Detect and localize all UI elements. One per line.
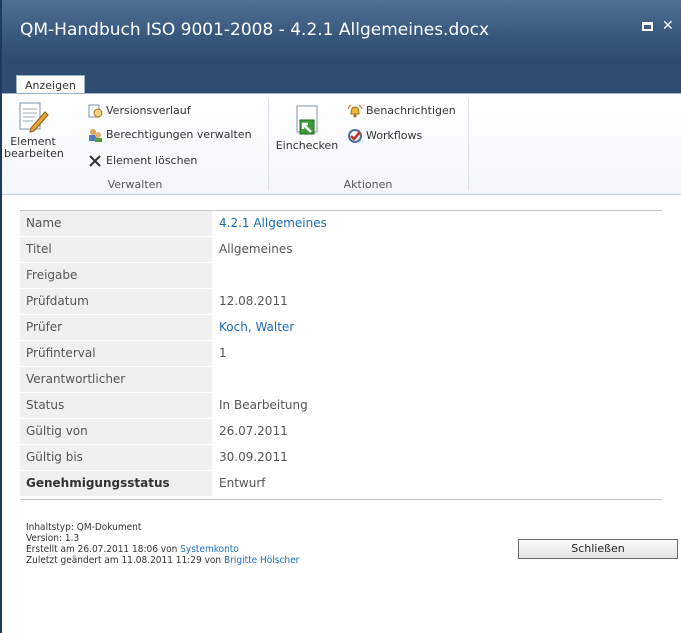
property-value: 1 xyxy=(219,346,227,360)
title-bar: QM-Handbuch ISO 9001-2008 - 4.2.1 Allgem… xyxy=(2,0,681,62)
checkin-button[interactable]: Einchecken xyxy=(272,104,342,152)
property-label: Prüfer xyxy=(20,315,212,340)
edit-item-button[interactable]: Element bearbeiten xyxy=(4,100,64,160)
property-value: 12.08.2011 xyxy=(219,294,288,308)
modified-text: Zuletzt geändert am 11.08.2011 11:29 von xyxy=(26,555,224,566)
checkin-label: Einchecken xyxy=(275,139,339,152)
group-label-verwalten: Verwalten xyxy=(107,178,163,191)
checkin-icon xyxy=(296,105,318,135)
delete-item-label: Element löschen xyxy=(106,154,198,167)
property-row: Titel Allgemeines xyxy=(20,237,662,263)
version-history-icon xyxy=(88,104,103,118)
property-row: Freigabe xyxy=(20,263,662,289)
ribbon: Element bearbeiten Versionsverlauf Berec… xyxy=(2,93,681,195)
delete-item-button[interactable]: Element löschen xyxy=(87,152,197,170)
property-value: Entwurf xyxy=(219,476,266,490)
alert-bell-icon xyxy=(347,104,363,118)
property-label: Verantwortlicher xyxy=(20,367,212,392)
property-label: Prüfdatum xyxy=(20,289,212,314)
close-button[interactable]: Schließen xyxy=(518,539,678,559)
maximize-icon[interactable] xyxy=(642,22,653,31)
created-text: Erstellt am 26.07.2011 18:06 von xyxy=(26,544,181,555)
created-line: Erstellt am 26.07.2011 18:06 von Systemk… xyxy=(26,544,299,555)
content-type-text: Inhaltstyp: QM-Dokument xyxy=(26,522,142,533)
edit-document-icon xyxy=(19,102,49,133)
property-label: Genehmigungsstatus xyxy=(20,471,212,496)
property-value xyxy=(212,263,219,288)
property-label: Freigabe xyxy=(20,263,212,288)
version-text: Version: 1.3 xyxy=(26,533,80,544)
workflows-icon xyxy=(348,129,362,143)
property-value-link[interactable]: 4.2.1 Allgemeines xyxy=(212,211,327,236)
delete-x-icon xyxy=(89,155,101,167)
workflows-label: Workflows xyxy=(366,129,423,142)
property-label: Gültig bis xyxy=(20,445,212,470)
property-value: Allgemeines xyxy=(219,242,293,256)
property-row: Gültig von 26.07.2011 xyxy=(20,419,662,445)
property-label: Status xyxy=(20,393,212,418)
group-separator xyxy=(468,98,469,190)
property-label: Gültig von xyxy=(20,419,212,444)
property-row: Status In Bearbeitung xyxy=(20,393,662,419)
property-label: Titel xyxy=(20,237,212,262)
property-row: Verantwortlicher xyxy=(20,367,662,393)
manage-permissions-label: Berechtigungen verwalten xyxy=(106,128,252,141)
properties-table: Name 4.2.1 Allgemeines Titel Allgemeines Fre… xyxy=(20,210,662,497)
manage-permissions-button[interactable]: Berechtigungen verwalten xyxy=(87,126,252,144)
ribbon-tab-row: Anzeigen xyxy=(2,62,681,96)
alert-me-button[interactable]: Benachrichtigen xyxy=(347,102,456,120)
property-row: Gültig bis 30.09.2011 xyxy=(20,445,662,471)
property-label: Name xyxy=(20,211,212,236)
property-row: Genehmigungsstatus Entwurf xyxy=(20,471,662,497)
table-divider xyxy=(20,499,662,500)
group-separator xyxy=(268,98,269,190)
property-value: In Bearbeitung xyxy=(219,398,308,412)
group-label-aktionen: Aktionen xyxy=(343,178,393,191)
properties-dialog: QM-Handbuch ISO 9001-2008 - 4.2.1 Allgem… xyxy=(0,0,681,633)
property-label: Prüfinterval xyxy=(20,341,212,366)
dialog-title: QM-Handbuch ISO 9001-2008 - 4.2.1 Allgem… xyxy=(20,20,490,40)
property-value: 30.09.2011 xyxy=(219,450,288,464)
permissions-icon xyxy=(89,129,102,142)
edit-item-label-2: bearbeiten xyxy=(4,147,64,160)
close-icon[interactable]: ✕ xyxy=(662,18,674,34)
workflows-button[interactable]: Workflows xyxy=(347,127,422,145)
item-metadata: Inhaltstyp: QM-Dokument Version: 1.3 Ers… xyxy=(26,522,299,566)
property-value: 26.07.2011 xyxy=(219,424,288,438)
created-by-link[interactable]: Systemkonto xyxy=(180,544,239,555)
version-history-label: Versionsverlauf xyxy=(106,104,191,117)
property-row: Prüfer Koch, Walter xyxy=(20,315,662,341)
property-row: Name 4.2.1 Allgemeines xyxy=(20,211,662,237)
version-history-button[interactable]: Versionsverlauf xyxy=(87,102,191,120)
property-value xyxy=(212,367,219,392)
modified-line: Zuletzt geändert am 11.08.2011 11:29 von… xyxy=(26,555,299,566)
property-row: Prüfdatum 12.08.2011 xyxy=(20,289,662,315)
alert-me-label: Benachrichtigen xyxy=(366,104,456,117)
modified-by-link[interactable]: Brigitte Hölscher xyxy=(224,555,299,566)
property-value-link[interactable]: Koch, Walter xyxy=(212,315,294,340)
property-row: Prüfinterval 1 xyxy=(20,341,662,367)
